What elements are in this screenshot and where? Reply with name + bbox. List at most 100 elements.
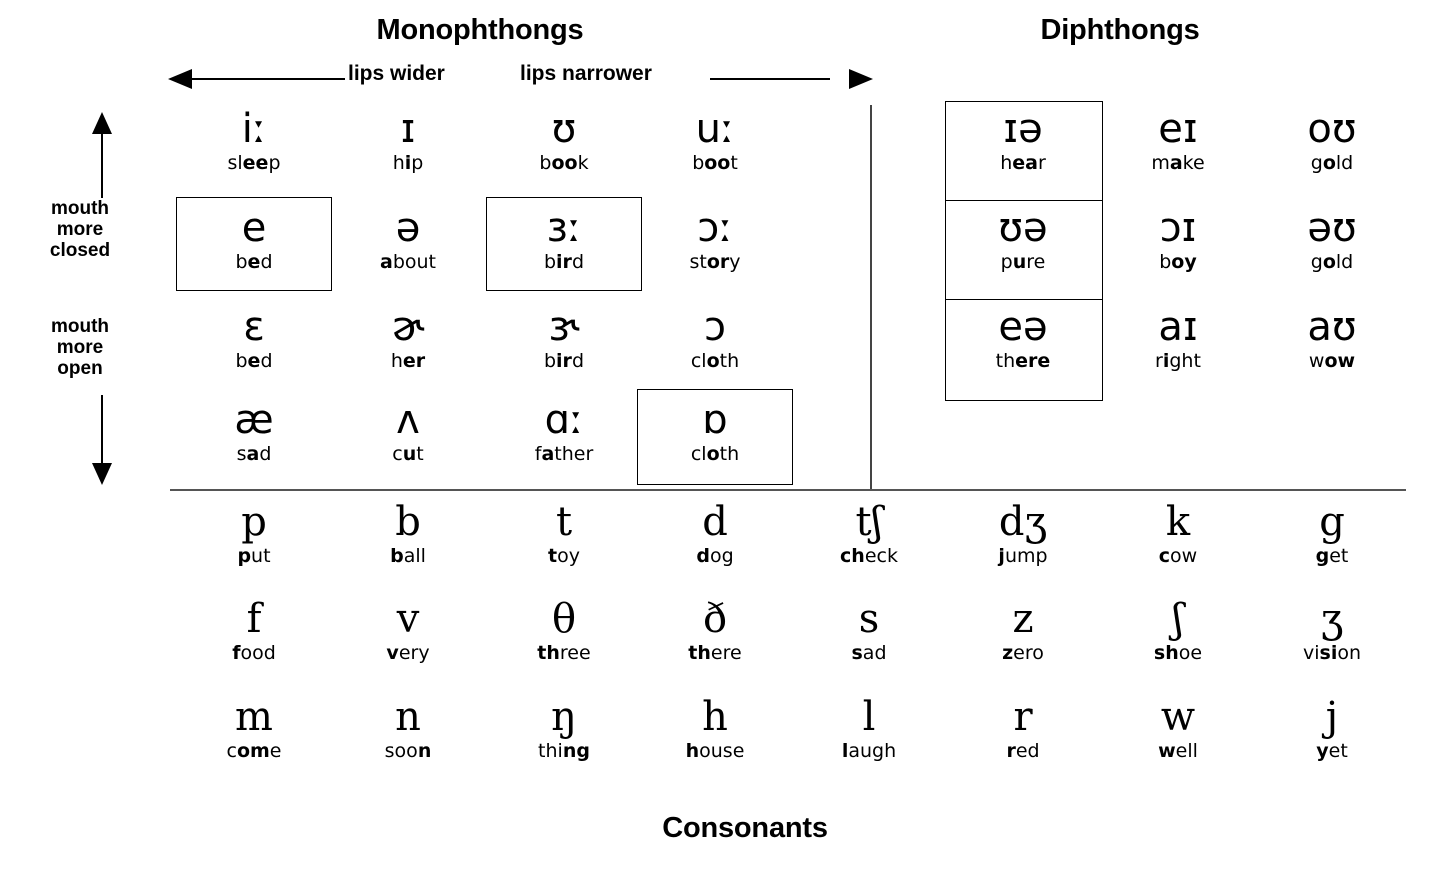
monophthong-ɛ-symbol: ɛ xyxy=(243,304,265,350)
consonant-d-symbol: d xyxy=(702,499,728,545)
consonant-w-example-word: well xyxy=(1158,740,1198,762)
diphthong-eə[interactable]: eə there xyxy=(945,305,1101,372)
consonant-b[interactable]: b ball xyxy=(330,500,486,567)
consonant-ð[interactable]: ð there xyxy=(637,597,793,664)
axis-line-left xyxy=(190,78,345,80)
diphthong-aɪ[interactable]: aɪ right xyxy=(1100,305,1256,372)
diphthong-aʊ-example-word: wow xyxy=(1308,350,1356,372)
consonant-w[interactable]: w well xyxy=(1100,695,1256,762)
monophthong-ɑː[interactable]: ɑː father xyxy=(486,398,642,465)
monophthong-ɔ[interactable]: ɔ cloth xyxy=(637,305,793,372)
monophthong-uː-symbol: uː xyxy=(695,106,735,152)
consonant-n-example-word: soon xyxy=(384,740,432,762)
mouth-open-line-2: more xyxy=(56,337,104,358)
monophthong-ə[interactable]: ə about xyxy=(330,206,486,273)
monophthong-ʊ-example-word: book xyxy=(539,152,589,174)
consonant-f-example-word: food xyxy=(232,642,276,664)
monophthong-e[interactable]: e bed xyxy=(176,206,332,273)
consonant-tʃ-example-word: check xyxy=(840,545,898,567)
consonant-g-symbol: g xyxy=(1319,499,1345,545)
diphthong-eɪ[interactable]: eɪ make xyxy=(1100,107,1256,174)
ipa-phonetic-chart: Monophthongs Diphthongs Consonants lips … xyxy=(0,0,1430,893)
arrow-right-icon xyxy=(849,69,873,89)
axis-line-right xyxy=(710,78,830,80)
consonant-v-example-word: very xyxy=(386,642,430,664)
consonant-ʒ[interactable]: ʒ vision xyxy=(1254,597,1410,664)
consonant-s-symbol: s xyxy=(858,596,880,642)
consonant-b-symbol: b xyxy=(395,499,421,545)
consonants-heading: Consonants xyxy=(662,812,828,844)
diphthong-ʊə[interactable]: ʊə pure xyxy=(945,206,1101,273)
consonant-m[interactable]: m come xyxy=(176,695,332,762)
monophthong-uː[interactable]: uː boot xyxy=(637,107,793,174)
monophthong-ɚ[interactable]: ɚ her xyxy=(330,305,486,372)
consonant-n[interactable]: n soon xyxy=(330,695,486,762)
consonant-ʃ-example-word: shoe xyxy=(1153,642,1203,664)
consonant-s-example-word: sad xyxy=(851,642,887,664)
diphthong-aʊ-symbol: aʊ xyxy=(1307,304,1357,350)
consonant-l[interactable]: l laugh xyxy=(791,695,947,762)
consonant-t-symbol: t xyxy=(555,499,573,545)
diphthong-aʊ[interactable]: aʊ wow xyxy=(1254,305,1410,372)
diphthong-aɪ-example-word: right xyxy=(1155,350,1201,372)
monophthong-ɔː[interactable]: ɔː story xyxy=(637,206,793,273)
consonant-z[interactable]: z zero xyxy=(945,597,1101,664)
monophthong-ɒ[interactable]: ɒ cloth xyxy=(637,398,793,465)
monophthong-iː[interactable]: iː sleep xyxy=(176,107,332,174)
monophthong-ʌ[interactable]: ʌ cut xyxy=(330,398,486,465)
consonant-ŋ-example-word: thing xyxy=(538,740,590,762)
consonant-r[interactable]: r red xyxy=(945,695,1101,762)
consonant-g-example-word: get xyxy=(1315,545,1349,567)
diphthong-eɪ-symbol: eɪ xyxy=(1158,106,1198,152)
arrow-left-icon xyxy=(168,69,192,89)
monophthong-ɜː-example-word: bird xyxy=(543,251,584,273)
consonant-v[interactable]: v very xyxy=(330,597,486,664)
monophthong-ɝ-symbol: ɝ xyxy=(548,304,580,350)
diphthong-əʊ[interactable]: əʊ gold xyxy=(1254,206,1410,273)
highlight-box-divider-1 xyxy=(945,200,1103,201)
consonant-h[interactable]: h house xyxy=(637,695,793,762)
monophthong-ɝ[interactable]: ɝ bird xyxy=(486,305,642,372)
diphthong-eə-symbol: eə xyxy=(998,304,1048,350)
diphthong-ɔɪ[interactable]: ɔɪ boy xyxy=(1100,206,1256,273)
consonant-h-example-word: house xyxy=(685,740,745,762)
monophthong-ɔ-symbol: ɔ xyxy=(704,304,726,350)
mouth-more-open-label: mouth more open xyxy=(0,316,160,379)
diphthongs-heading: Diphthongs xyxy=(1040,14,1200,46)
monophthong-ʊ[interactable]: ʊ book xyxy=(486,107,642,174)
consonant-k[interactable]: k cow xyxy=(1100,500,1256,567)
consonant-g[interactable]: g get xyxy=(1254,500,1410,567)
consonant-ʃ-symbol: ʃ xyxy=(1172,596,1184,642)
consonant-f[interactable]: f food xyxy=(176,597,332,664)
consonant-p[interactable]: p put xyxy=(176,500,332,567)
consonant-ʃ[interactable]: ʃ shoe xyxy=(1100,597,1256,664)
monophthong-ʊ-symbol: ʊ xyxy=(551,106,577,152)
monophthong-ɔː-example-word: story xyxy=(689,251,741,273)
consonant-dʒ[interactable]: dʒ jump xyxy=(945,500,1101,567)
consonant-dʒ-symbol: dʒ xyxy=(998,499,1048,545)
arrow-up-icon xyxy=(92,112,112,198)
monophthong-e-example-word: bed xyxy=(235,251,273,273)
consonant-j[interactable]: j yet xyxy=(1254,695,1410,762)
consonant-θ[interactable]: θ three xyxy=(486,597,642,664)
consonant-ð-symbol: ð xyxy=(702,596,728,642)
consonant-r-example-word: red xyxy=(1006,740,1040,762)
mouth-open-line-3: open xyxy=(57,358,103,379)
consonant-t[interactable]: t toy xyxy=(486,500,642,567)
diphthong-ɔɪ-example-word: boy xyxy=(1159,251,1197,273)
consonant-ŋ[interactable]: ŋ thing xyxy=(486,695,642,762)
monophthong-ə-example-word: about xyxy=(379,251,436,273)
consonant-k-example-word: cow xyxy=(1158,545,1198,567)
consonant-d[interactable]: d dog xyxy=(637,500,793,567)
monophthong-ɪ[interactable]: ɪ hip xyxy=(330,107,486,174)
mouth-more-closed-label: mouth more closed xyxy=(0,198,160,261)
monophthong-ɛ[interactable]: ɛ bed xyxy=(176,305,332,372)
consonant-tʃ-symbol: tʃ xyxy=(855,499,883,545)
consonant-tʃ[interactable]: tʃ check xyxy=(791,500,947,567)
diphthong-ɪə[interactable]: ɪə hear xyxy=(945,107,1101,174)
lips-narrower-label: lips narrower xyxy=(520,62,652,85)
monophthong-ɜː[interactable]: ɜː bird xyxy=(486,206,642,273)
consonant-s[interactable]: s sad xyxy=(791,597,947,664)
monophthong-æ[interactable]: æ sad xyxy=(176,398,332,465)
diphthong-oʊ[interactable]: oʊ gold xyxy=(1254,107,1410,174)
